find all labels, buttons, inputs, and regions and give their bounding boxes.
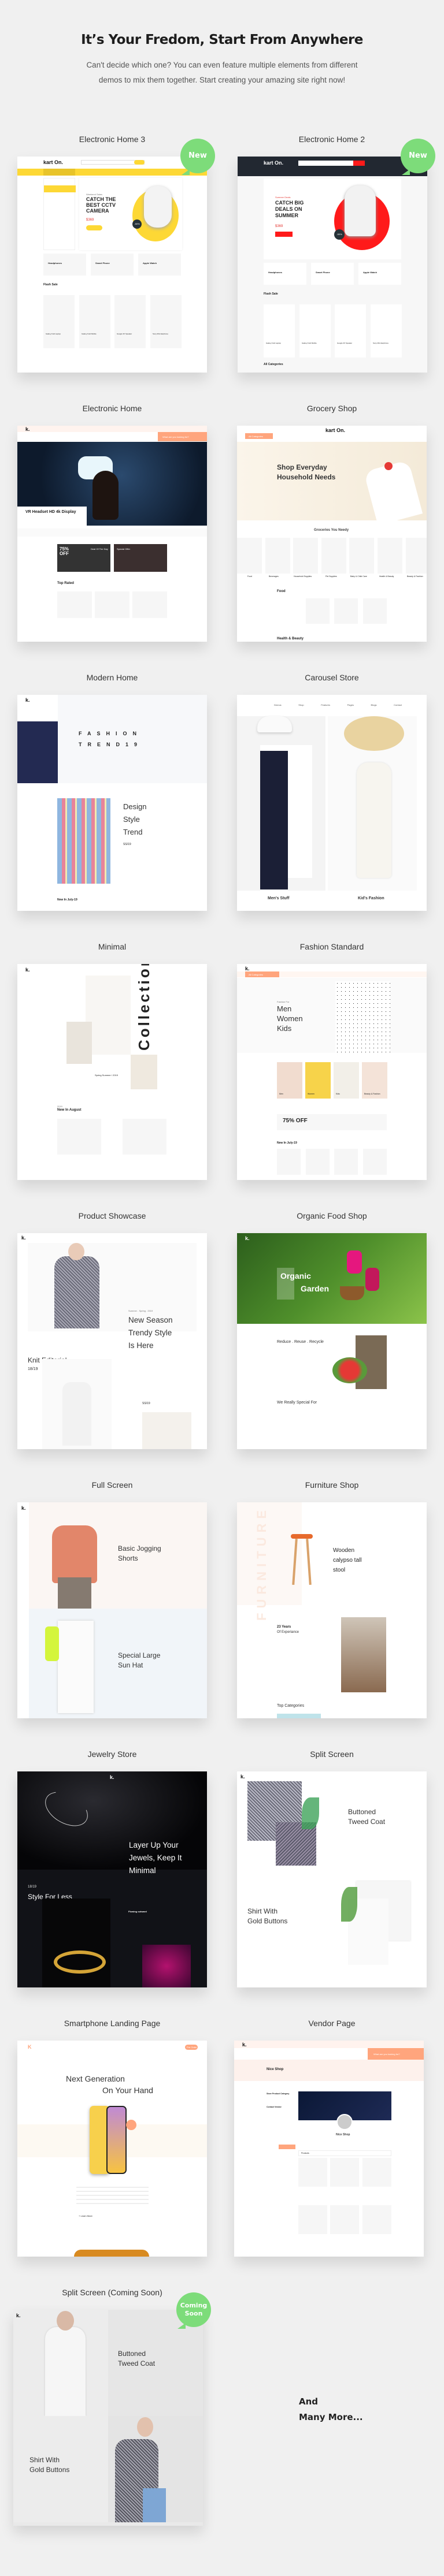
shirt-image [57,798,110,884]
stool-image [291,1534,313,1539]
hero-kids-image [335,981,390,1053]
demo-card-minimal[interactable]: k. Collection Spring Summer / 2019 2019 … [17,964,207,1180]
nav-menu[interactable]: Demos Shop Features Pages Blogs Contact [274,703,407,706]
slide-2-title: Special Large Sun Hat [118,1651,161,1669]
demo-label: Split Screen [310,1749,354,1759]
demo-card-fashion-standard[interactable]: k. All Categories Fashion For Men Women Ki… [237,964,427,1180]
offer-banner[interactable]: 75% OFF [277,1114,387,1130]
tweed-coat-image [108,2416,203,2522]
search-input[interactable] [298,161,353,166]
demo-label: Minimal [98,942,127,951]
all-categories-button[interactable]: All Categories [245,433,273,439]
mens-image[interactable] [237,716,325,891]
demo-label: Electronic Home [82,404,142,413]
white-jacket-image [58,1621,94,1713]
search-button[interactable] [134,160,145,165]
hero-title: New Season Trendy Style Is Here [128,1316,173,1350]
hero-garden-image [237,1233,427,1324]
hero-banner: Summer Deals CATCH BIG DEALS ON SUMMER $… [264,178,401,259]
demo-label: Modern Home [86,673,138,682]
and-many-more: And Many More... [299,2396,363,2422]
demo-label: Carousel Store [305,673,359,682]
hero-title: Wooden calypso tall stool [333,1547,362,1573]
slide-1-title: Basic Jogging Shorts [118,1544,161,1562]
demo-card-smartphone-landing-page[interactable]: K Pre Order Next Generation On Your Hand… [17,2041,207,2257]
hero-title: Design Style Trend [123,802,147,836]
demo-card-electronic-home[interactable]: k. What are you looking for? VR Headset … [17,426,207,642]
all-categories-button[interactable] [43,169,75,176]
demo-label: Organic Food Shop [297,1211,367,1220]
shop-now-button[interactable] [86,225,102,230]
coming-soon-badge: Coming Soon [176,2292,211,2329]
hero-banner: Weekend Sales CATCH THE BEST CCTV CAMERA… [79,178,182,250]
demo-card-vendor-page[interactable]: k. What are you looking for? Nice Shop S… [234,2041,424,2257]
hero-title: Men Women Kids [277,1004,303,1033]
carpenter-image [341,1617,386,1692]
demo-card-organic-food-shop[interactable]: k. Organic Garden Reduce . Reuse . Recyc… [237,1233,427,1449]
demo-card-split-screen-coming-soon[interactable]: k. Buttoned Tweed Coat Shirt With Gold But… [13,2310,203,2526]
model-coat-image [54,1256,99,1328]
demo-label: Fashion Standard [299,942,364,951]
hero-banner: Shop Everyday Household Needs [237,442,427,526]
demo-card-electronic-home-3[interactable]: kart On. Weekend Sales CATCH THE BEST CC… [17,157,207,373]
demo-label: Full Screen [91,1480,133,1490]
new-badge: New [401,139,435,175]
title-2: Shirt With Gold Buttons [29,2456,70,2474]
demo-label: Product Showcase [78,1211,146,1220]
logo: kart On. [43,159,64,165]
page-subtitle: Can't decide which one? You can even fea… [86,61,358,84]
category-sidebar [43,178,76,250]
demo-label: Vendor Page [308,2019,356,2028]
demo-label: Grocery Shop [306,404,357,413]
search-button[interactable] [353,161,365,166]
all-categories-button[interactable]: All Categories [245,971,279,977]
demo-label: Electronic Home 3 [79,135,146,144]
demo-label: Smartphone Landing Page [64,2019,161,2028]
orange-shirt-image [52,1525,97,1583]
demo-label: Furniture Shop [305,1480,359,1490]
title-1: Buttoned Tweed Coat [118,2350,156,2367]
hero-model-image [17,695,58,783]
hero-title: Layer Up Your Jewels, Keep It Minimal [129,1841,182,1875]
demo-card-grocery-shop[interactable]: kart On. All Categories Shop Everyday Ho… [237,426,427,642]
demo-card-split-screen[interactable]: k. Buttoned Tweed Coat Shirt With Gold But… [237,1771,427,1987]
demo-card-carousel-store[interactable]: Demos Shop Features Pages Blogs Contact Men's… [237,695,427,911]
demo-label: Electronic Home 2 [298,135,365,144]
demo-card-modern-home[interactable]: k. FASHION TREND19 Design Style Trend SS/1… [17,695,207,911]
pre-order-button[interactable]: Pre Order [185,2045,198,2050]
demo-label: Split Screen (Coming Soon) [62,2288,162,2297]
send-button[interactable] [279,2145,295,2149]
demo-card-product-showcase[interactable]: k. Summer . Spring . 2019 New Season Tren… [17,1233,207,1449]
demo-card-furniture-shop[interactable]: k. FURNITURE DECOR Woodencalypso tallsto… [237,1502,427,1718]
demo-card-full-screen[interactable]: k. Basic Jogging Shorts Special Large Sun … [17,1502,207,1718]
white-shirt-image [13,2310,108,2416]
shop-now-button[interactable] [275,232,293,237]
demo-card-jewelry-store[interactable]: k. Layer Up Your Jewels, Keep It Minimal 1… [17,1771,207,1987]
demo-label: Jewelry Store [87,1749,137,1759]
page-title: It’s Your Fredom, Start From Anywhere [81,32,363,47]
search-input[interactable]: What are you looking for? [368,2048,424,2060]
kids-image[interactable] [328,716,417,891]
title-2: Shirt With Gold Buttons [247,1907,288,1925]
new-badge: New [180,139,215,175]
title-1: Buttoned Tweed Coat [348,1808,386,1826]
search-input[interactable]: What are you looking for? [158,432,207,441]
cctv-camera-image [144,186,172,228]
demo-card-electronic-home-2[interactable]: kart On. Summer Deals CATCH BIG DEALS ON… [238,157,427,373]
